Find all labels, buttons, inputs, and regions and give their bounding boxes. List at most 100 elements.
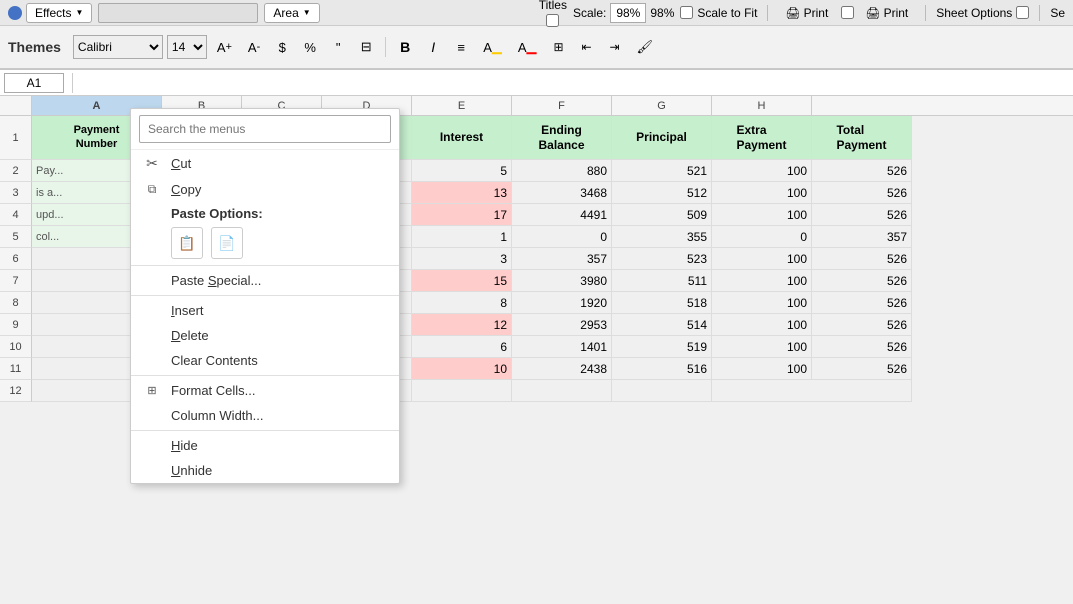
cell-e4[interactable]: 17 — [412, 204, 512, 226]
col-header-e[interactable]: E — [412, 96, 512, 115]
effects-button[interactable]: Effects ▼ — [26, 3, 92, 23]
effects-slider[interactable] — [98, 3, 258, 23]
cell-g7[interactable]: 511 — [612, 270, 712, 292]
print-button-2[interactable]: 🖨 Print — [858, 1, 915, 25]
cell-e10[interactable]: 6 — [412, 336, 512, 358]
print-checkbox[interactable] — [841, 6, 854, 19]
cell-e12[interactable] — [412, 380, 512, 402]
currency-button[interactable]: $ — [270, 35, 294, 59]
cell-e3[interactable]: 13 — [412, 182, 512, 204]
cell-extra10[interactable]: 100 — [712, 336, 812, 358]
cell-f6[interactable]: 357 — [512, 248, 612, 270]
paste-icon-btn-1[interactable]: 📋 — [171, 227, 203, 259]
cell-total4[interactable]: 526 — [812, 204, 912, 226]
menu-item-format-cells[interactable]: ⊞ Format Cells... — [131, 378, 399, 403]
cell-total5[interactable]: 357 — [812, 226, 912, 248]
cell-total9[interactable]: 526 — [812, 314, 912, 336]
align-button[interactable]: ≡ — [449, 35, 473, 59]
cell-extra7[interactable]: 100 — [712, 270, 812, 292]
cell-extra9[interactable]: 100 — [712, 314, 812, 336]
cell-e7[interactable]: 15 — [412, 270, 512, 292]
cell-extra3[interactable]: 100 — [712, 182, 812, 204]
menu-item-clear-contents[interactable]: Clear Contents — [131, 348, 399, 373]
cell-extra8[interactable]: 100 — [712, 292, 812, 314]
cell-g3[interactable]: 512 — [612, 182, 712, 204]
paint-brush-button[interactable]: 🖌 — [631, 35, 660, 59]
cell-total11[interactable]: 526 — [812, 358, 912, 380]
menu-item-column-width[interactable]: Column Width... — [131, 403, 399, 428]
italic-button[interactable]: I — [421, 35, 445, 59]
cell-total7[interactable]: 526 — [812, 270, 912, 292]
cell-g11[interactable]: 516 — [612, 358, 712, 380]
cell-f1[interactable]: EndingBalance — [512, 116, 612, 160]
increase-font-button[interactable]: A+ — [211, 35, 238, 59]
cell-extra11[interactable]: 100 — [712, 358, 812, 380]
area-button[interactable]: Area ▼ — [264, 3, 319, 23]
cell-extra-payment-header[interactable]: ExtraPayment — [712, 116, 812, 160]
menu-item-delete[interactable]: Delete — [131, 323, 399, 348]
cell-f5[interactable]: 0 — [512, 226, 612, 248]
cell-f8[interactable]: 1920 — [512, 292, 612, 314]
cell-g2[interactable]: 521 — [612, 160, 712, 182]
cell-extra2[interactable]: 100 — [712, 160, 812, 182]
cell-extra4[interactable]: 100 — [712, 204, 812, 226]
titles-checkbox[interactable] — [546, 14, 559, 27]
percent-button[interactable]: % — [298, 35, 322, 59]
menu-item-hide[interactable]: Hide — [131, 433, 399, 458]
indent-increase-button[interactable]: ⇥ — [603, 35, 627, 59]
bold-button[interactable]: B — [393, 35, 417, 59]
cell-total2[interactable]: 526 — [812, 160, 912, 182]
cell-extra6[interactable]: 100 — [712, 248, 812, 270]
scale-input[interactable] — [610, 3, 646, 23]
cell-f11[interactable]: 2438 — [512, 358, 612, 380]
formula-input[interactable] — [81, 73, 1069, 93]
menu-item-copy[interactable]: ⧉ Copy — [131, 177, 399, 202]
indent-decrease-button[interactable]: ⇤ — [575, 35, 599, 59]
cell-total3[interactable]: 526 — [812, 182, 912, 204]
menu-item-cut[interactable]: ✂ Cut — [131, 150, 399, 177]
border-button[interactable]: ⊞ — [547, 35, 571, 59]
cell-g1[interactable]: Principal — [612, 116, 712, 160]
col-header-g[interactable]: G — [612, 96, 712, 115]
cell-f2[interactable]: 880 — [512, 160, 612, 182]
menu-item-paste-special[interactable]: Paste Special... — [131, 268, 399, 293]
cell-g10[interactable]: 519 — [612, 336, 712, 358]
cell-g12[interactable] — [612, 380, 712, 402]
cell-e6[interactable]: 3 — [412, 248, 512, 270]
special-button[interactable]: ⊟ — [354, 35, 378, 59]
sheet-options-checkbox[interactable] — [1016, 6, 1029, 19]
paste-icon-btn-2[interactable]: 📄 — [211, 227, 243, 259]
cell-f10[interactable]: 1401 — [512, 336, 612, 358]
cell-f12[interactable] — [512, 380, 612, 402]
cell-total-payment-header[interactable]: TotalPayment — [812, 116, 912, 160]
cell-rest12[interactable] — [712, 380, 912, 402]
font-color-button[interactable]: A▁ — [512, 35, 543, 59]
cell-total6[interactable]: 526 — [812, 248, 912, 270]
menu-item-unhide[interactable]: Unhide — [131, 458, 399, 483]
cell-g5[interactable]: 355 — [612, 226, 712, 248]
print-button-1[interactable]: 🖨 Print — [778, 1, 835, 25]
cell-g9[interactable]: 514 — [612, 314, 712, 336]
cell-reference-input[interactable] — [4, 73, 64, 93]
highlight-button[interactable]: A▁ — [477, 35, 508, 59]
cell-e11[interactable]: 10 — [412, 358, 512, 380]
font-size-select[interactable]: 14 — [167, 35, 207, 59]
cell-g6[interactable]: 523 — [612, 248, 712, 270]
cell-f3[interactable]: 3468 — [512, 182, 612, 204]
cell-g4[interactable]: 509 — [612, 204, 712, 226]
scale-to-fit-checkbox[interactable] — [680, 6, 693, 19]
font-family-select[interactable]: Calibri — [73, 35, 163, 59]
cell-e8[interactable]: 8 — [412, 292, 512, 314]
cell-e5[interactable]: 1 — [412, 226, 512, 248]
cell-total8[interactable]: 526 — [812, 292, 912, 314]
cell-e2[interactable]: 5 — [412, 160, 512, 182]
cell-e1[interactable]: Interest — [412, 116, 512, 160]
cell-extra5[interactable]: 0 — [712, 226, 812, 248]
col-header-f[interactable]: F — [512, 96, 612, 115]
cell-f4[interactable]: 4491 — [512, 204, 612, 226]
decrease-font-button[interactable]: A- — [242, 35, 266, 59]
menu-search-input[interactable] — [139, 115, 391, 143]
menu-item-insert[interactable]: Insert — [131, 298, 399, 323]
col-header-h[interactable]: H — [712, 96, 812, 115]
cell-f9[interactable]: 2953 — [512, 314, 612, 336]
